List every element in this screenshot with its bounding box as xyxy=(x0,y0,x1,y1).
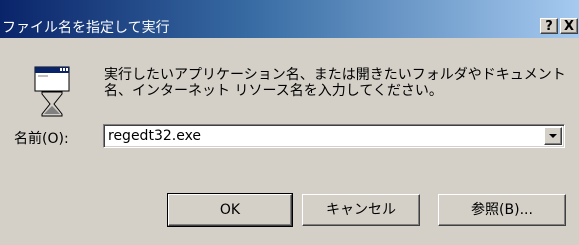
run-icon xyxy=(34,66,70,117)
run-command-combobox[interactable]: regedt32.exe xyxy=(103,124,565,148)
cancel-button[interactable]: キャンセル xyxy=(302,194,420,226)
ok-button[interactable]: OK xyxy=(167,193,293,227)
close-icon[interactable]: X xyxy=(560,18,578,34)
name-label: 名前(O): xyxy=(14,131,69,147)
help-button-label: ? xyxy=(545,19,553,34)
dialog-description: 実行したいアプリケーション名、または開きたいフォルダやドキュメント 名、インター… xyxy=(104,67,566,99)
help-icon[interactable]: ? xyxy=(540,18,558,34)
window-title: ファイル名を指定して実行 xyxy=(2,20,170,36)
title-bar[interactable]: ファイル名を指定して実行 ? X xyxy=(0,0,579,38)
close-button-label: X xyxy=(563,19,575,34)
command-input[interactable]: regedt32.exe xyxy=(108,128,201,144)
browse-button[interactable]: 参照(B)... xyxy=(438,194,566,226)
dropdown-arrow-icon[interactable] xyxy=(544,127,562,145)
